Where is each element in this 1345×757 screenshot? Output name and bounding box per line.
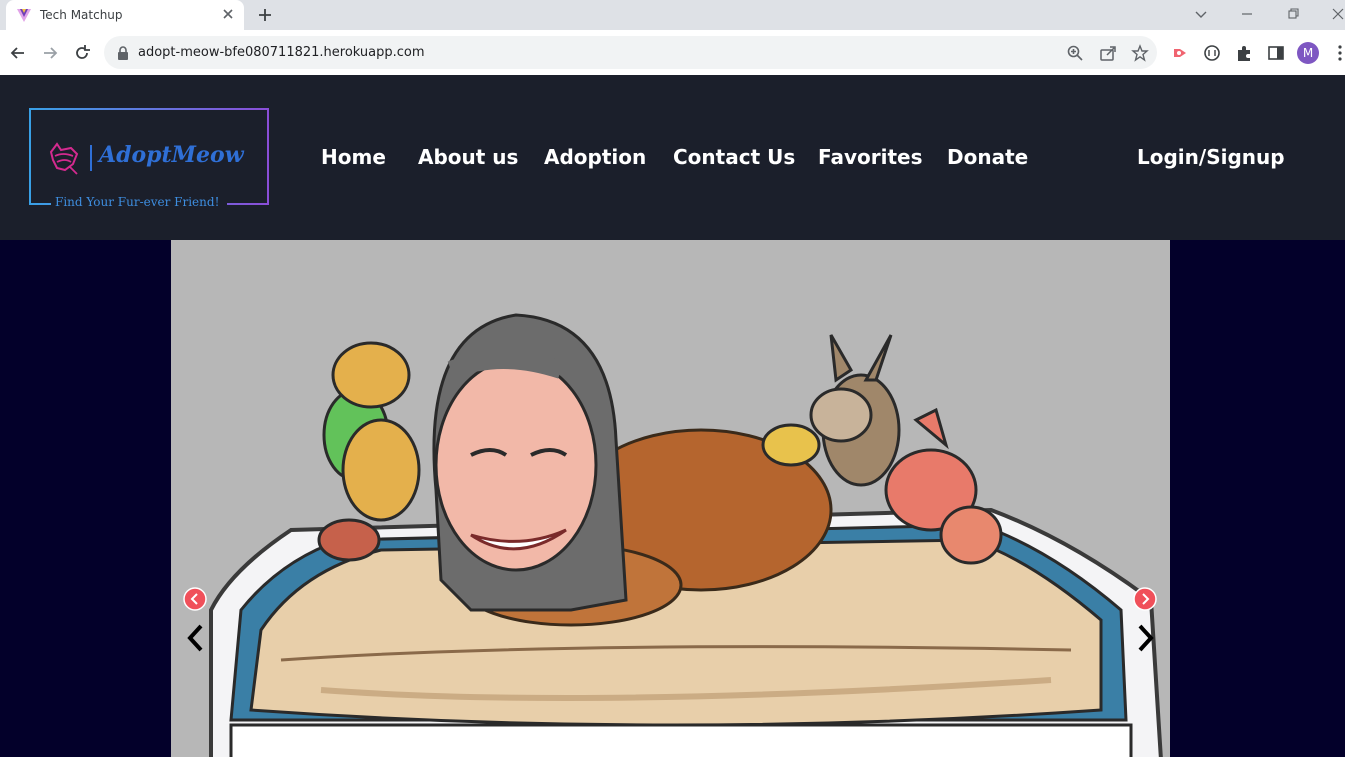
- site-header: AdoptMeow Find Your Fur-ever Friend! Hom…: [0, 75, 1345, 240]
- close-tab-icon[interactable]: [220, 6, 236, 22]
- minimize-icon[interactable]: [1239, 6, 1255, 22]
- back-icon[interactable]: [8, 43, 28, 63]
- forward-icon[interactable]: [40, 43, 60, 63]
- restore-icon[interactable]: [1285, 6, 1301, 22]
- nav-adoption[interactable]: Adoption: [544, 145, 646, 169]
- nav-favorites[interactable]: Favorites: [818, 145, 923, 169]
- lock-icon[interactable]: [116, 45, 130, 61]
- tab-search-chevron-icon[interactable]: [1193, 6, 1209, 22]
- logo-name: AdoptMeow: [99, 142, 244, 168]
- kebab-menu-icon[interactable]: [1330, 43, 1345, 63]
- hero-illustration: [209, 313, 1163, 757]
- browser-tabstrip: Tech Matchup: [0, 0, 1345, 30]
- logo-divider: [90, 145, 92, 171]
- address-bar[interactable]: adopt-meow-bfe080711821.herokuapp.com: [104, 36, 1157, 69]
- share-icon[interactable]: [1099, 44, 1117, 62]
- nav-home[interactable]: Home: [321, 145, 386, 169]
- url-text[interactable]: adopt-meow-bfe080711821.herokuapp.com: [138, 45, 425, 60]
- reload-icon[interactable]: [72, 43, 92, 63]
- close-window-icon[interactable]: [1330, 6, 1345, 22]
- extension-circle-icon[interactable]: [1202, 43, 1222, 63]
- new-tab-icon[interactable]: [256, 6, 274, 24]
- profile-avatar[interactable]: M: [1297, 42, 1319, 64]
- site-logo[interactable]: AdoptMeow Find Your Fur-ever Friend!: [29, 108, 269, 209]
- bookmark-star-icon[interactable]: [1131, 44, 1149, 62]
- carousel-prev-arrow-icon[interactable]: [183, 623, 207, 653]
- side-panel-icon[interactable]: [1266, 43, 1286, 63]
- nav-contact-us[interactable]: Contact Us: [673, 145, 795, 169]
- tab-title: Tech Matchup: [40, 8, 123, 22]
- vuetify-favicon-icon: [17, 9, 31, 22]
- hero-carousel[interactable]: [171, 240, 1170, 757]
- nav-login-signup[interactable]: Login/Signup: [1137, 145, 1285, 169]
- nav-about-us[interactable]: About us: [418, 145, 518, 169]
- browser-toolbar: adopt-meow-bfe080711821.herokuapp.com: [0, 30, 1345, 76]
- extension-share-icon[interactable]: [1170, 43, 1190, 63]
- zoom-icon[interactable]: [1066, 44, 1084, 62]
- carousel-next-badge-icon[interactable]: [1133, 587, 1157, 611]
- nav-donate[interactable]: Donate: [947, 145, 1028, 169]
- carousel-next-arrow-icon[interactable]: [1134, 623, 1158, 653]
- logo-tagline: Find Your Fur-ever Friend!: [55, 195, 220, 209]
- browser-tab[interactable]: Tech Matchup: [6, 0, 244, 30]
- carousel-prev-badge-icon[interactable]: [183, 587, 207, 611]
- extensions-puzzle-icon[interactable]: [1234, 43, 1254, 63]
- cat-logo-icon: [49, 142, 79, 175]
